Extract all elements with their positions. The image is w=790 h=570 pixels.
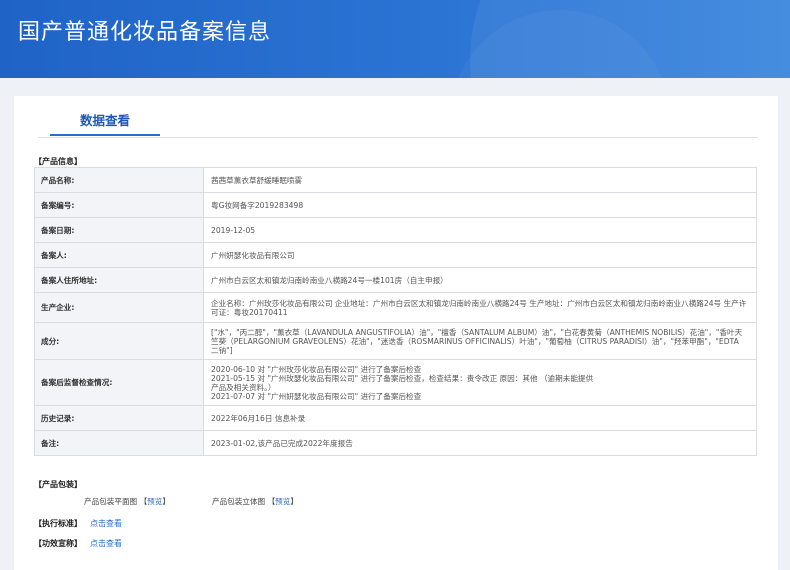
table-row: 备案后监督检查情况: 2020-06-10 对 "广州玫莎化妆品有限公司" 进行… bbox=[34, 359, 757, 406]
table-row: 成分: ["水"，"丙二醇"，"薰衣草（LAVANDULA ANGUSTIFOL… bbox=[34, 322, 757, 360]
standards-view-link[interactable]: 点击查看 bbox=[90, 518, 122, 529]
table-row: 生产企业: 企业名称：广州玫莎化妆品有限公司 企业地址：广州市白云区太和镇龙归南… bbox=[34, 292, 757, 323]
registration-number-value: 粤G妆网备字2019283498 bbox=[203, 192, 757, 218]
packaging-3d-label: 产品包装立体图 bbox=[212, 497, 266, 506]
packaging-3d-item: 产品包装立体图 【预览】 bbox=[212, 496, 298, 507]
inspection-line: 2020-06-10 对 "广州玫莎化妆品有限公司" 进行了备案后检查 bbox=[211, 364, 422, 374]
packaging-heading: 【产品包装】 bbox=[34, 480, 82, 489]
inspection-line: 产品及相关资料。） bbox=[211, 382, 276, 392]
claims-view-link[interactable]: 点击查看 bbox=[90, 538, 122, 549]
row-label: 备案人住所地址: bbox=[34, 267, 204, 293]
inspection-line: 2021-07-07 对 "广州妍瑟化妆品有限公司" 进行了备案后检查 bbox=[211, 391, 422, 401]
tab-data-view[interactable]: 数据查看 bbox=[50, 110, 160, 129]
row-label: 备案后监督检查情况: bbox=[34, 359, 204, 406]
product-info-table: 产品名称: 茜茜草薰衣草舒缓睡眠喷雾 备案编号: 粤G妆网备字201928349… bbox=[34, 167, 757, 456]
row-label: 生产企业: bbox=[34, 292, 204, 323]
packaging-flat-item: 产品包装平面图 【预览】 bbox=[84, 496, 170, 507]
tab-divider bbox=[38, 137, 758, 138]
header-banner: 国产普通化妆品备案信息 bbox=[0, 0, 790, 78]
registrant-address-value: 广州市白云区太和镇龙归南岭南业八横路24号一楼101房（自主申报） bbox=[203, 267, 757, 293]
inspection-line: 2021-05-15 对 "广州玫瑟化妆品有限公司" 进行了备案后检查，检查结果… bbox=[211, 373, 594, 383]
row-label: 备案人: bbox=[34, 242, 204, 268]
ingredients-value: ["水"，"丙二醇"，"薰衣草（LAVANDULA ANGUSTIFOLIA）油… bbox=[203, 322, 757, 360]
registration-date-value: 2019-12-05 bbox=[203, 217, 757, 243]
row-label: 备案日期: bbox=[34, 217, 204, 243]
product-name-value: 茜茜草薰衣草舒缓睡眠喷雾 bbox=[203, 167, 757, 193]
standards-label: 【执行标准】 bbox=[34, 519, 82, 528]
table-row: 产品名称: 茜茜草薰衣草舒缓睡眠喷雾 bbox=[34, 167, 757, 193]
history-value: 2022年06月16日 信息补录 bbox=[203, 405, 757, 431]
manufacturer-value: 企业名称：广州玫莎化妆品有限公司 企业地址：广州市白云区太和镇龙归南岭南业八横路… bbox=[203, 292, 757, 323]
page-title: 国产普通化妆品备案信息 bbox=[18, 20, 272, 45]
table-row: 备案编号: 粤G妆网备字2019283498 bbox=[34, 192, 757, 218]
remarks-value: 2023-01-02,该产品已完成2022年度报告 bbox=[203, 430, 757, 456]
row-label: 产品名称: bbox=[34, 167, 204, 193]
bracket: 】 bbox=[162, 497, 170, 506]
row-label: 备注: bbox=[34, 430, 204, 456]
bracket: 】 bbox=[290, 497, 298, 506]
preview-3d-link[interactable]: 预览 bbox=[275, 497, 290, 506]
table-row: 备案人: 广州妍瑟化妆品有限公司 bbox=[34, 242, 757, 268]
product-info-heading: 【产品信息】 bbox=[34, 157, 82, 166]
preview-flat-link[interactable]: 预览 bbox=[147, 497, 162, 506]
row-label: 成分: bbox=[34, 322, 204, 360]
table-row: 备案日期: 2019-12-05 bbox=[34, 217, 757, 243]
table-row: 历史记录: 2022年06月16日 信息补录 bbox=[34, 405, 757, 431]
inspection-history-value: 2020-06-10 对 "广州玫莎化妆品有限公司" 进行了备案后检查 2021… bbox=[203, 359, 757, 406]
table-row: 备案人住所地址: 广州市白云区太和镇龙归南岭南业八横路24号一楼101房（自主申… bbox=[34, 267, 757, 293]
registrant-value: 广州妍瑟化妆品有限公司 bbox=[203, 242, 757, 268]
active-tab-indicator bbox=[50, 134, 160, 136]
row-label: 历史记录: bbox=[34, 405, 204, 431]
row-label: 备案编号: bbox=[34, 192, 204, 218]
packaging-flat-label: 产品包装平面图 bbox=[84, 497, 138, 506]
claims-label: 【功效宣称】 bbox=[34, 539, 82, 548]
table-row: 备注: 2023-01-02,该产品已完成2022年度报告 bbox=[34, 430, 757, 456]
content-card: 数据查看 【产品信息】 产品名称: 茜茜草薰衣草舒缓睡眠喷雾 备案编号: 粤G妆… bbox=[14, 96, 778, 570]
